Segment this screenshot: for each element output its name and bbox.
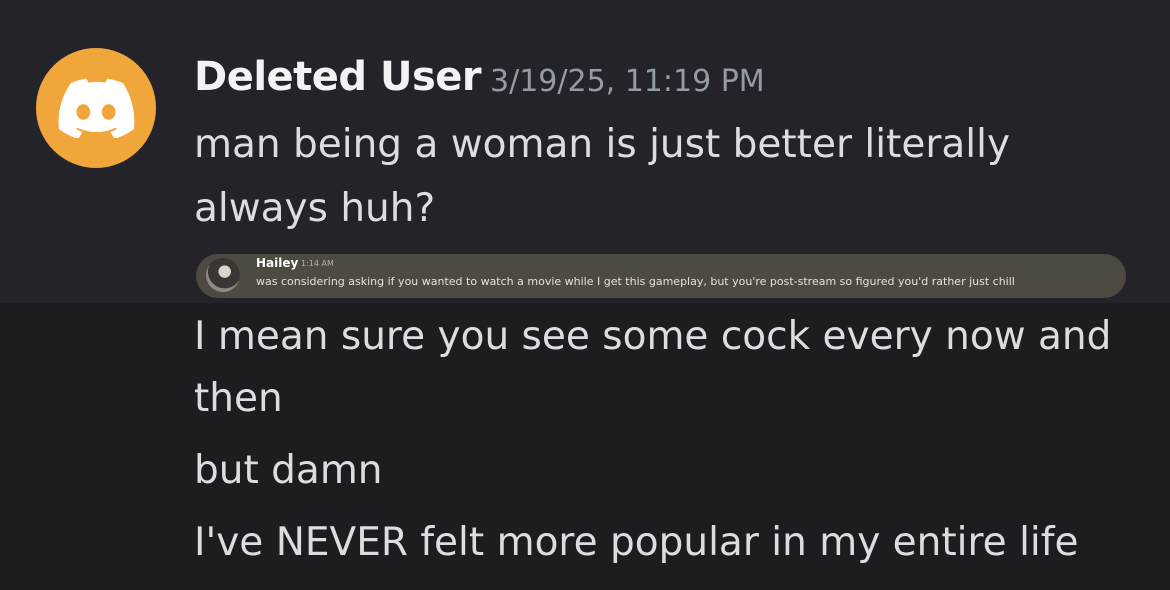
embed-timestamp: 1:14 AM — [301, 259, 334, 268]
message-timestamp: 3/19/25, 11:19 PM — [490, 64, 765, 99]
message-line: I've NEVER felt more popular in my entir… — [194, 520, 1079, 565]
message-line: then — [194, 376, 283, 421]
embedded-screenshot[interactable]: Hailey 1:14 AM was considering asking if… — [196, 254, 1126, 298]
discord-logo-icon — [58, 78, 135, 138]
embed-message-text: was considering asking if you wanted to … — [256, 275, 1015, 288]
embed-avatar — [206, 258, 240, 292]
message-line: man being a woman is just better literal… — [194, 122, 1011, 167]
author-name[interactable]: Deleted User — [194, 54, 482, 100]
message-line: but damn — [194, 448, 383, 493]
message-line: I mean sure you see some cock every now … — [194, 314, 1112, 359]
user-avatar[interactable] — [36, 48, 156, 168]
message-line: always huh? — [194, 186, 436, 231]
embed-author-name: Hailey — [256, 256, 299, 270]
